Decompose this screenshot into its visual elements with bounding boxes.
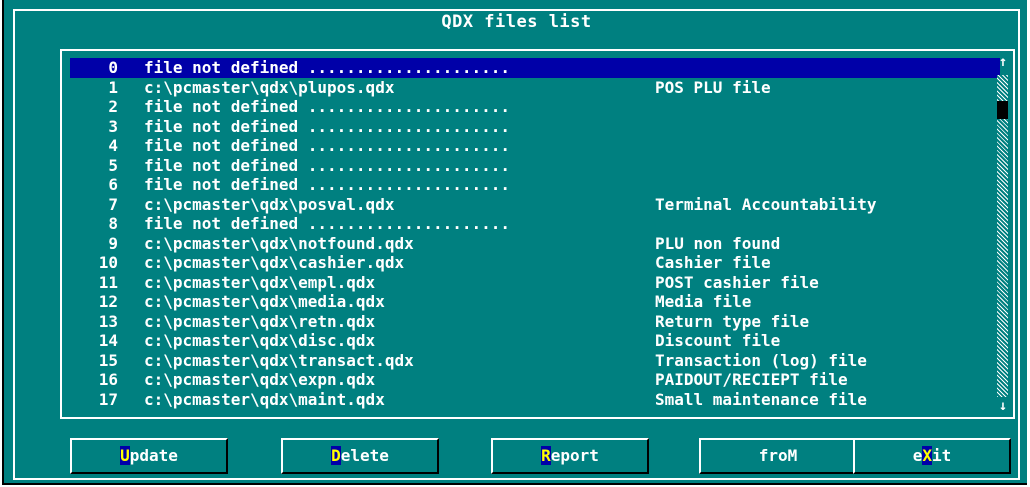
list-item[interactable]: 7 c:\pcmaster\qdx\posval.qdx Terminal Acco… — [70, 195, 1000, 215]
file-index: 13 — [98, 311, 118, 331]
file-description: Media file — [655, 292, 752, 311]
scroll-up-arrow-icon[interactable]: ↑ — [997, 55, 1009, 69]
file-description: PLU non found — [655, 233, 781, 253]
file-index: 1 — [108, 77, 118, 97]
list-item[interactable]: 15 c:\pcmaster\qdx\transact.qdx Transactio… — [70, 351, 1000, 371]
file-index: 7 — [108, 194, 118, 214]
list-item[interactable]: 6 file not defined ..................... — [70, 175, 1000, 195]
file-index: 17 — [98, 389, 118, 409]
file-index: 4 — [108, 136, 118, 155]
list-item[interactable]: 16 c:\pcmaster\qdx\expn.qdx PAIDOUT/RECIEP… — [70, 370, 1000, 390]
file-path: file not defined ..................... — [144, 116, 511, 136]
button-label-prefix: e — [912, 446, 923, 465]
file-path: file not defined ..................... — [144, 97, 511, 116]
file-description: PAIDOUT/RECIEPT file — [655, 370, 848, 389]
file-path: c:\pcmaster\qdx\posval.qdx — [144, 194, 395, 214]
window-frame: QDX files list 0 file not defined .......… — [13, 9, 1020, 480]
qdx-files-window: QDX files list 0 file not defined .......… — [2, 0, 1027, 485]
file-path: c:\pcmaster\qdx\transact.qdx — [144, 350, 414, 370]
file-description: Terminal Accountability — [655, 194, 877, 214]
file-path: c:\pcmaster\qdx\cashier.qdx — [144, 253, 405, 272]
file-path: c:\pcmaster\qdx\plupos.qdx — [144, 77, 395, 97]
exit-button[interactable]: eXit — [853, 438, 1011, 474]
list-item[interactable]: 14 c:\pcmaster\qdx\disc.qdx Discount file — [70, 331, 1000, 351]
scroll-down-arrow-icon[interactable]: ↓ — [997, 399, 1009, 413]
list-item[interactable]: 1 c:\pcmaster\qdx\plupos.qdx POS PLU file — [70, 78, 1000, 98]
file-path: c:\pcmaster\qdx\disc.qdx — [144, 331, 376, 350]
file-description: Transaction (log) file — [655, 350, 867, 370]
button-bar: Update Delete Report froM eXit — [70, 438, 1020, 482]
file-description: POS PLU file — [655, 77, 771, 97]
file-list[interactable]: 0 file not defined ..................... 1… — [60, 49, 1015, 419]
list-item[interactable]: 12 c:\pcmaster\qdx\media.qdx Media file — [70, 292, 1000, 312]
file-description: Small maintenance file — [655, 389, 867, 409]
file-path: c:\pcmaster\qdx\expn.qdx — [144, 370, 376, 389]
scroll-track[interactable] — [997, 75, 1008, 397]
file-index: 9 — [108, 233, 118, 253]
list-item[interactable]: 3 file not defined ..................... — [70, 117, 1000, 137]
file-path: c:\pcmaster\qdx\media.qdx — [144, 292, 385, 311]
file-path: file not defined ..................... — [144, 58, 511, 77]
list-item[interactable]: 4 file not defined ..................... — [70, 136, 1000, 156]
button-label-suffix: elete — [340, 446, 389, 465]
button-label-suffix: eport — [550, 446, 599, 465]
file-index: 10 — [98, 253, 118, 272]
file-index: 8 — [108, 214, 118, 233]
file-index: 6 — [108, 175, 118, 194]
file-path: file not defined ..................... — [144, 175, 511, 194]
list-item[interactable]: 9 c:\pcmaster\qdx\notfound.qdx PLU non fou… — [70, 234, 1000, 254]
button-hotkey: X — [922, 446, 932, 465]
file-path: file not defined ..................... — [144, 136, 511, 155]
file-list-rows: 0 file not defined ..................... 1… — [70, 58, 1000, 409]
button-label-suffix: pdate — [129, 446, 178, 465]
vertical-scrollbar[interactable]: ↑ ↓ — [997, 55, 1009, 413]
button-label-prefix: froM — [758, 446, 798, 465]
file-path: c:\pcmaster\qdx\retn.qdx — [144, 311, 376, 331]
list-item[interactable]: 11 c:\pcmaster\qdx\empl.qdx POST cashier f… — [70, 273, 1000, 293]
file-path: c:\pcmaster\qdx\maint.qdx — [144, 389, 385, 409]
file-index: 2 — [108, 97, 118, 116]
file-path: file not defined ..................... — [144, 155, 511, 175]
file-path: c:\pcmaster\qdx\notfound.qdx — [144, 233, 414, 253]
button-hotkey: R — [541, 446, 551, 465]
list-item[interactable]: 10 c:\pcmaster\qdx\cashier.qdx Cashier fil… — [70, 253, 1000, 273]
file-index: 14 — [98, 331, 118, 350]
button-hotkey: D — [331, 446, 341, 465]
button-hotkey: U — [120, 446, 130, 465]
window-title-text: QDX files list — [439, 12, 594, 32]
list-item[interactable]: 0 file not defined ..................... — [70, 58, 1000, 78]
delete-button[interactable]: Delete — [281, 438, 439, 474]
file-index: 5 — [108, 155, 118, 175]
file-description: Discount file — [655, 331, 781, 350]
scroll-thumb[interactable] — [997, 101, 1008, 119]
list-item[interactable]: 13 c:\pcmaster\qdx\retn.qdx Return type fi… — [70, 312, 1000, 332]
button-label-suffix: it — [932, 446, 952, 465]
file-index: 15 — [98, 350, 118, 370]
report-button[interactable]: Report — [491, 438, 649, 474]
file-description: Return type file — [655, 311, 810, 331]
list-item[interactable]: 2 file not defined ..................... — [70, 97, 1000, 117]
update-button[interactable]: Update — [70, 438, 228, 474]
file-index: 12 — [98, 292, 118, 311]
window-title: QDX files list — [15, 12, 1018, 32]
file-description: POST cashier file — [655, 272, 819, 292]
list-item[interactable]: 8 file not defined ..................... — [70, 214, 1000, 234]
file-index: 0 — [108, 58, 118, 77]
file-index: 3 — [108, 116, 118, 136]
list-item[interactable]: 17 c:\pcmaster\qdx\maint.qdx Small mainten… — [70, 390, 1000, 410]
list-item[interactable]: 5 file not defined ..................... — [70, 156, 1000, 176]
file-index: 16 — [98, 370, 118, 389]
from-button[interactable]: froM — [699, 438, 857, 474]
file-path: file not defined ..................... — [144, 214, 511, 233]
file-index: 11 — [98, 272, 118, 292]
file-path: c:\pcmaster\qdx\empl.qdx — [144, 272, 376, 292]
file-description: Cashier file — [655, 253, 771, 272]
